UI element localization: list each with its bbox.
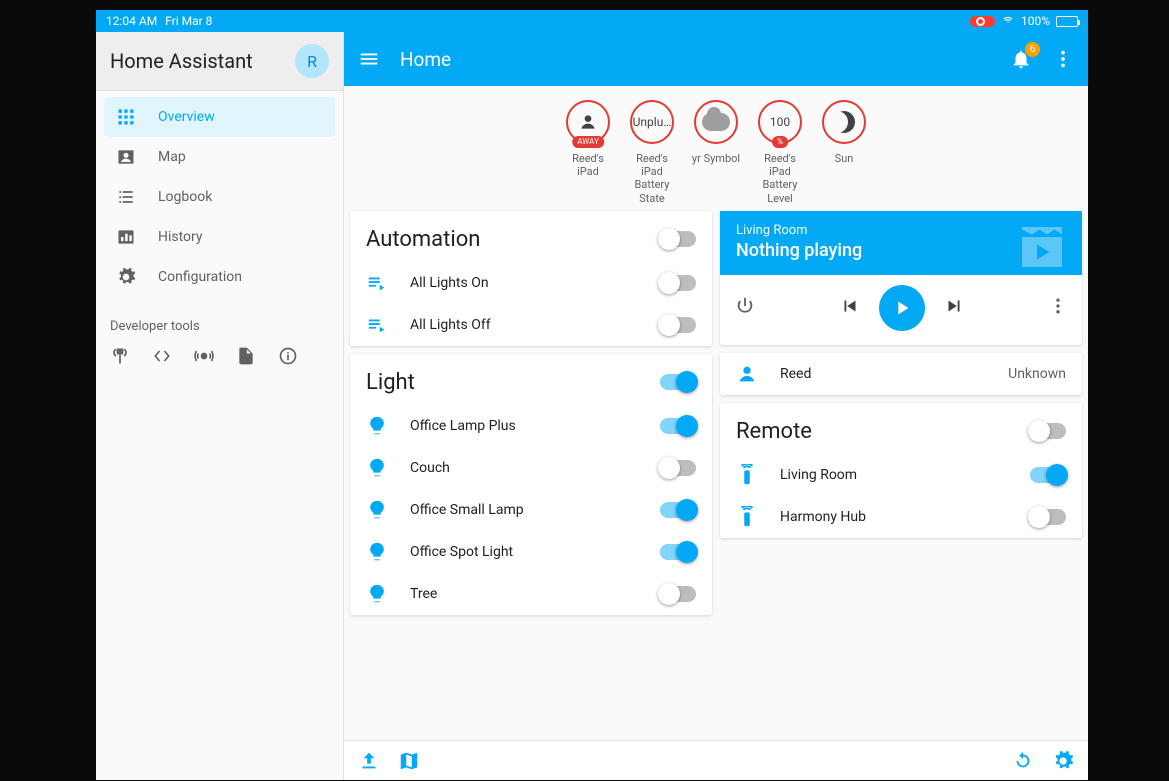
bottom-bar	[344, 740, 1088, 780]
light-toggle[interactable]	[660, 460, 696, 476]
remote-icon	[736, 506, 758, 528]
remote-toggle[interactable]	[1030, 509, 1066, 525]
automation-title: Automation	[366, 227, 480, 252]
person-state: Unknown	[1008, 366, 1066, 382]
automation-master-toggle[interactable]	[660, 231, 696, 247]
upload-button[interactable]	[358, 750, 380, 772]
previous-button[interactable]	[839, 295, 861, 321]
person-name: Reed	[780, 366, 1008, 382]
media-player-card: Living Room Nothing playing	[720, 211, 1082, 345]
gear-icon	[116, 267, 136, 287]
dev-states-icon[interactable]	[152, 346, 172, 366]
ios-statusbar: 12:04 AM Fri Mar 8 100%	[96, 10, 1088, 32]
remote-icon	[736, 464, 758, 486]
light-row[interactable]: Couch	[350, 447, 712, 489]
light-toggle[interactable]	[660, 418, 696, 434]
remote-card: Remote Living RoomHarmony Hub	[720, 403, 1082, 538]
status-date: Fri Mar 8	[165, 14, 212, 28]
settings-button[interactable]	[1052, 750, 1074, 772]
dev-templates-icon[interactable]	[236, 346, 256, 366]
sidebar-item-label: Logbook	[158, 189, 212, 205]
notifications-button[interactable]: 6	[1010, 48, 1032, 70]
account-box-icon	[116, 147, 136, 167]
bulb-icon	[366, 457, 388, 479]
sidebar-item-overview[interactable]: Overview	[104, 97, 335, 137]
light-card: Light Office Lamp PlusCouchOffice Small …	[350, 354, 712, 615]
chart-icon	[116, 227, 136, 247]
automation-row[interactable]: All Lights On	[350, 262, 712, 304]
refresh-button[interactable]	[1012, 750, 1034, 772]
sidebar-header: Home Assistant R	[96, 32, 343, 91]
map-button[interactable]	[398, 750, 420, 772]
light-row[interactable]: Tree	[350, 573, 712, 615]
light-title: Light	[366, 370, 415, 395]
battery-icon	[1056, 16, 1078, 27]
state-badge[interactable]: yr Symbol	[690, 100, 742, 205]
playlist-play-icon	[366, 314, 388, 336]
remote-row[interactable]: Harmony Hub	[720, 496, 1082, 538]
grid-icon	[116, 107, 136, 127]
page-title: Home	[400, 48, 451, 71]
sidebar-item-logbook[interactable]: Logbook	[104, 177, 335, 217]
state-badge[interactable]: AWAYReed's iPad	[562, 100, 614, 205]
bulb-icon	[366, 415, 388, 437]
remote-title: Remote	[736, 419, 812, 444]
automation-toggle[interactable]	[660, 275, 696, 291]
state-badge[interactable]: Sun	[818, 100, 870, 205]
user-avatar[interactable]: R	[295, 44, 329, 78]
sidebar-item-label: History	[158, 229, 203, 245]
status-time: 12:04 AM	[106, 14, 157, 28]
bulb-icon	[366, 541, 388, 563]
automation-row[interactable]: All Lights Off	[350, 304, 712, 346]
light-toggle[interactable]	[660, 502, 696, 518]
sidebar-item-history[interactable]: History	[104, 217, 335, 257]
light-master-toggle[interactable]	[660, 374, 696, 390]
sidebar: Home Assistant R Overview Map Logbook	[96, 32, 344, 780]
movie-icon	[1012, 217, 1072, 281]
sidebar-item-label: Overview	[158, 109, 215, 125]
bulb-icon	[366, 583, 388, 605]
screen-recording-indicator[interactable]	[970, 16, 995, 27]
state-badge[interactable]: Unplu…Reed's iPad Battery State	[626, 100, 678, 205]
remote-master-toggle[interactable]	[1030, 423, 1066, 439]
dev-events-icon[interactable]	[194, 346, 214, 366]
dev-services-icon[interactable]	[110, 346, 130, 366]
playlist-play-icon	[366, 272, 388, 294]
sidebar-item-map[interactable]: Map	[104, 137, 335, 177]
app-toolbar: Home 6	[344, 32, 1088, 86]
light-row[interactable]: Office Lamp Plus	[350, 405, 712, 447]
play-button[interactable]	[879, 285, 925, 331]
next-button[interactable]	[943, 295, 965, 321]
wifi-icon	[1001, 14, 1015, 28]
sidebar-item-label: Map	[158, 149, 186, 165]
power-button[interactable]	[734, 295, 756, 321]
more-button[interactable]	[1052, 48, 1074, 70]
sidebar-item-configuration[interactable]: Configuration	[104, 257, 335, 297]
media-more-button[interactable]	[1048, 296, 1068, 320]
automation-toggle[interactable]	[660, 317, 696, 333]
sidebar-item-label: Configuration	[158, 269, 242, 285]
remote-toggle[interactable]	[1030, 467, 1066, 483]
light-row[interactable]: Office Small Lamp	[350, 489, 712, 531]
menu-button[interactable]	[358, 48, 380, 70]
remote-row[interactable]: Living Room	[720, 454, 1082, 496]
state-badge[interactable]: 100%Reed's iPad Battery Level	[754, 100, 806, 205]
app-title: Home Assistant	[110, 49, 253, 73]
automation-card: Automation All Lights OnAll Lights Off	[350, 211, 712, 346]
developer-tools-label: Developer tools	[96, 303, 343, 340]
bulb-icon	[366, 499, 388, 521]
battery-percent: 100%	[1021, 14, 1050, 28]
person-row[interactable]: Reed Unknown	[720, 353, 1082, 395]
light-toggle[interactable]	[660, 586, 696, 602]
person-card: Reed Unknown	[720, 353, 1082, 395]
light-toggle[interactable]	[660, 544, 696, 560]
notification-count: 6	[1025, 42, 1040, 57]
list-icon	[116, 187, 136, 207]
dev-info-icon[interactable]	[278, 346, 298, 366]
person-icon	[736, 363, 758, 385]
light-row[interactable]: Office Spot Light	[350, 531, 712, 573]
